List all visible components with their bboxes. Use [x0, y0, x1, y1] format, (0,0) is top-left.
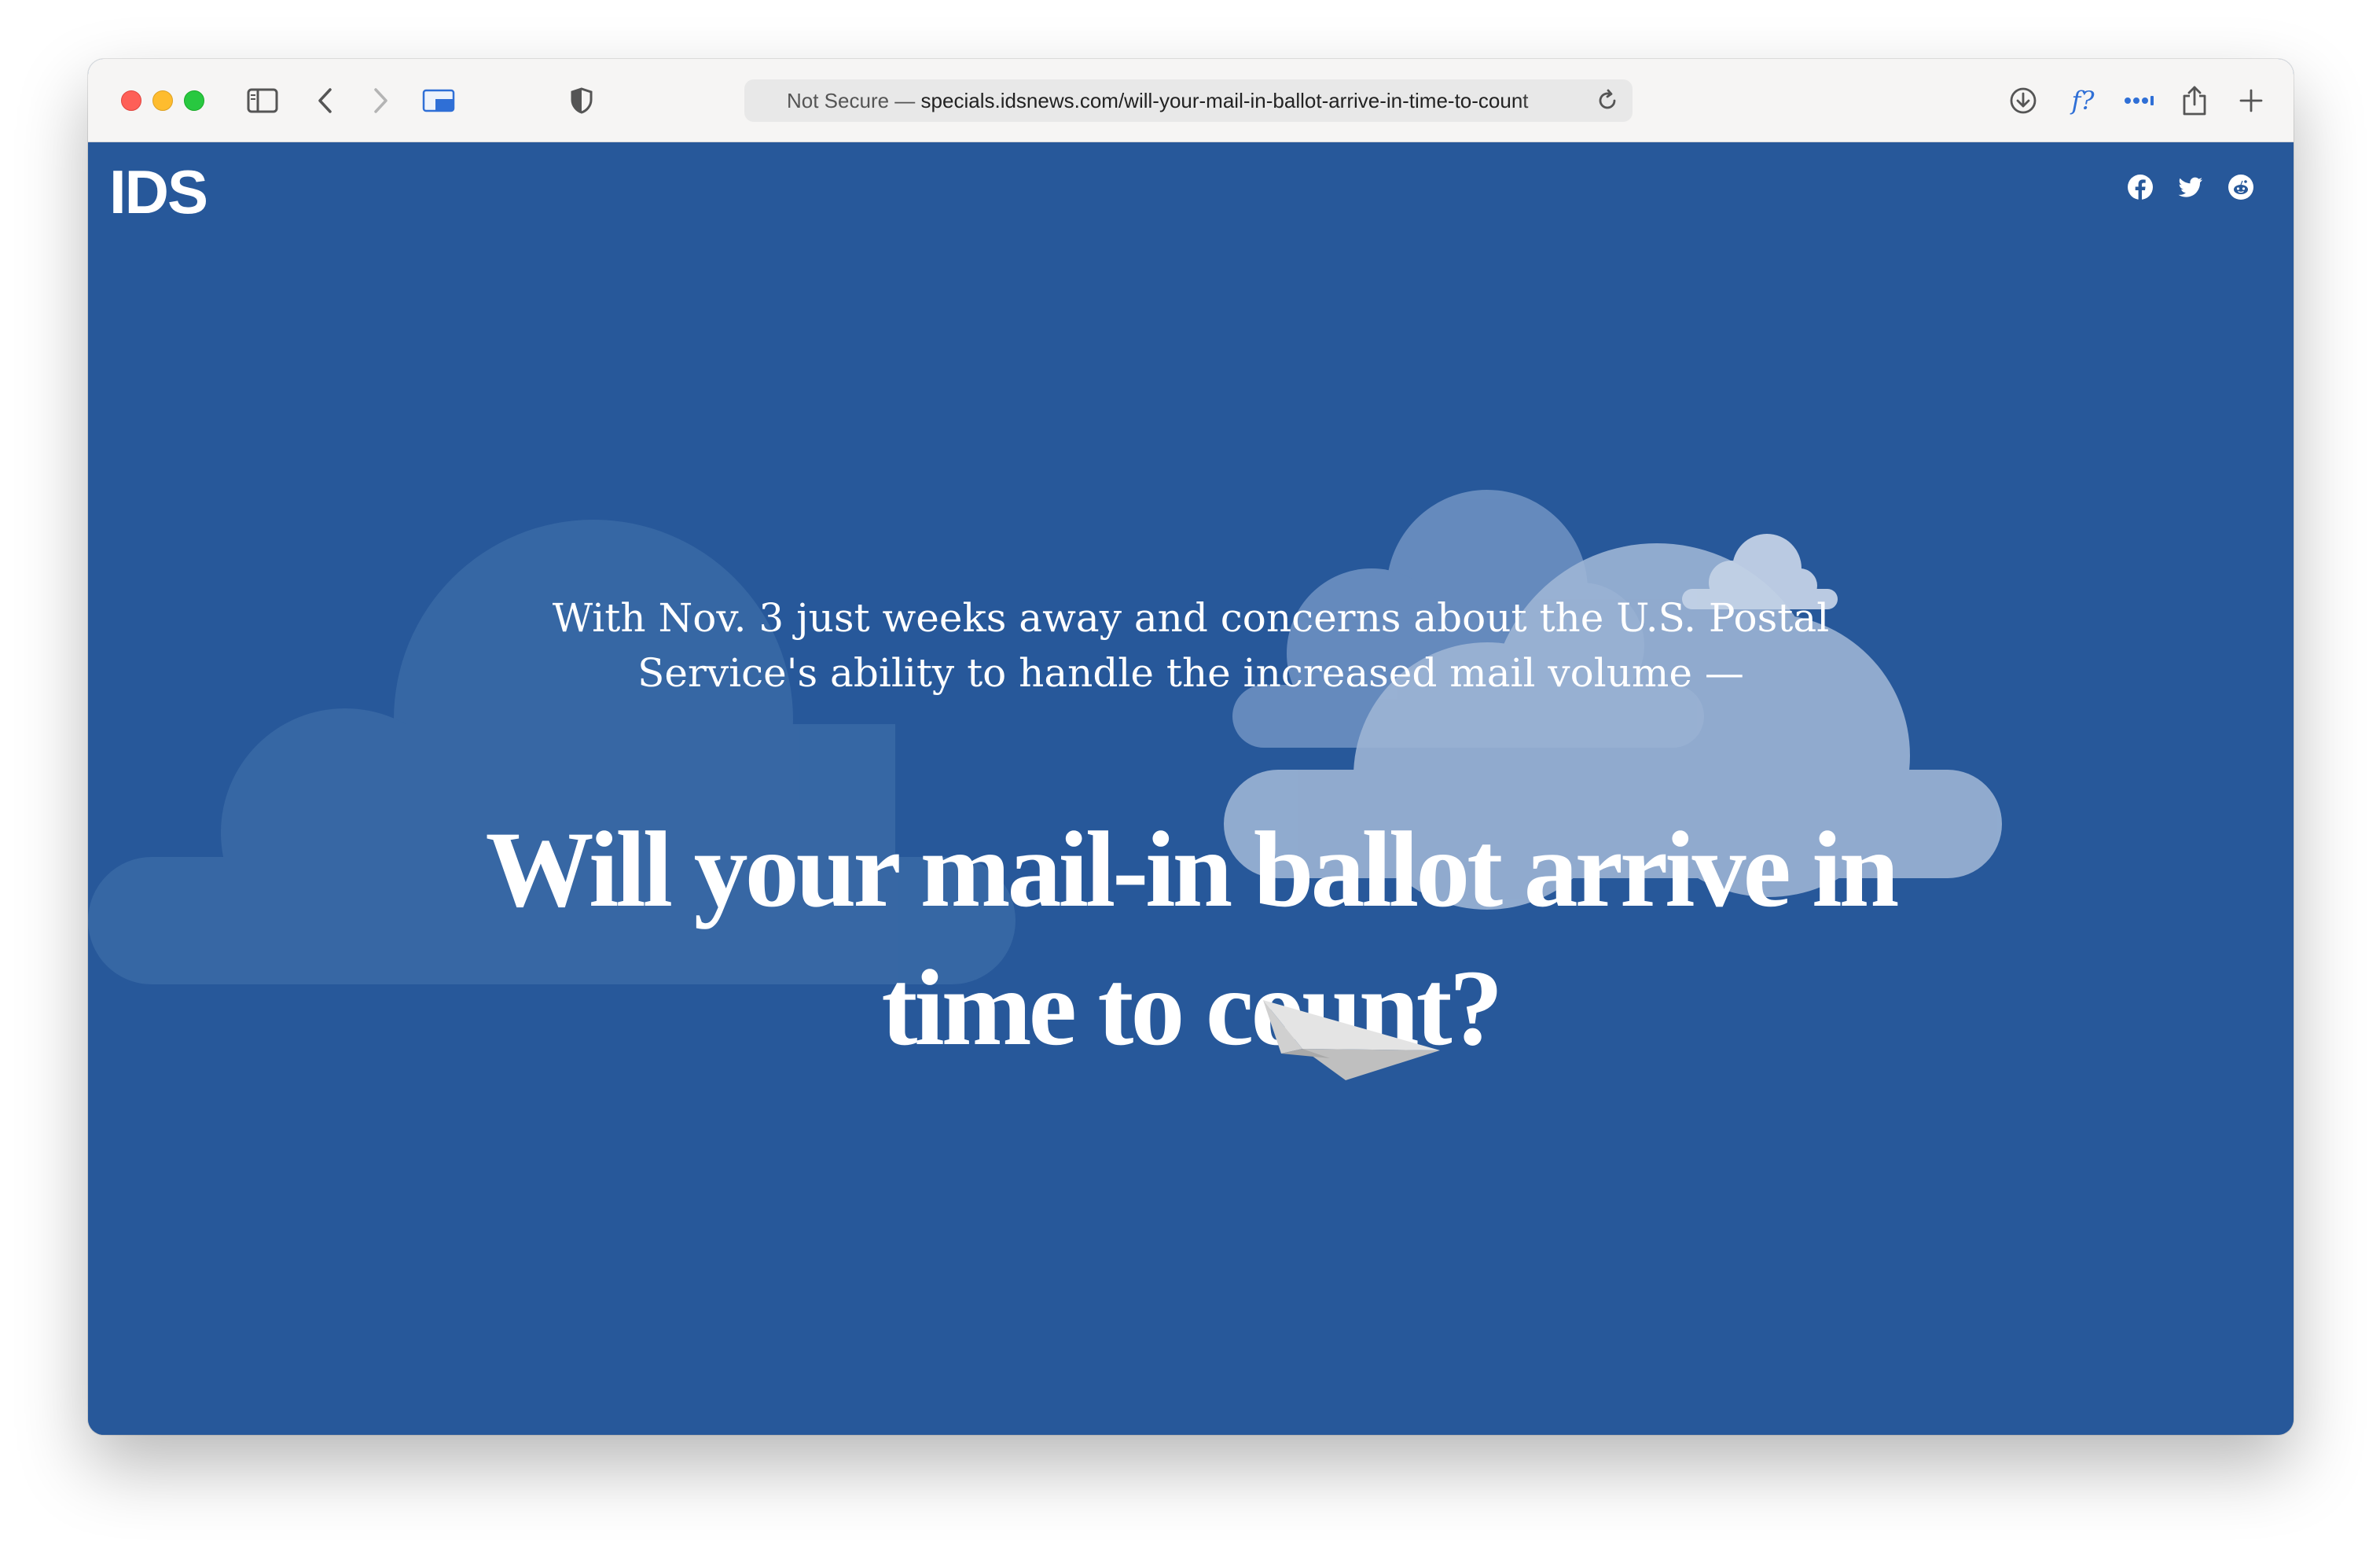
tab-overview-icon[interactable]	[417, 79, 461, 123]
font-query-label: f?	[2071, 86, 2095, 116]
browser-toolbar: Not Secure — specials.idsnews.com/will-y…	[88, 59, 2294, 142]
reload-icon[interactable]	[1593, 86, 1622, 115]
security-label: Not Secure —	[787, 89, 916, 112]
minimize-window-button[interactable]	[152, 90, 173, 111]
browser-window: Not Secure — specials.idsnews.com/will-y…	[88, 59, 2294, 1435]
page-url: specials.idsnews.com/will-your-mail-in-b…	[920, 89, 1529, 112]
address-bar[interactable]: Not Secure — specials.idsnews.com/will-y…	[744, 79, 1633, 122]
back-icon[interactable]	[303, 79, 347, 123]
privacy-shield-icon[interactable]	[560, 79, 604, 123]
paper-plane-illustration	[1263, 1000, 1440, 1080]
close-window-button[interactable]	[121, 90, 141, 111]
site-logo[interactable]: IDS	[109, 161, 208, 223]
sidebar-icon[interactable]	[241, 79, 285, 123]
share-icon[interactable]	[2172, 79, 2217, 123]
new-tab-icon[interactable]	[2229, 79, 2273, 123]
intro-text: With Nov. 3 just weeks away and concerns…	[552, 595, 1830, 696]
forward-icon[interactable]	[358, 79, 402, 123]
address-url-text: Not Secure — specials.idsnews.com/will-y…	[787, 79, 1581, 122]
download-icon[interactable]	[2001, 79, 2045, 123]
facebook-icon[interactable]	[2127, 174, 2154, 200]
reddit-icon[interactable]	[2228, 174, 2254, 200]
zoom-window-button[interactable]	[184, 90, 204, 111]
font-query-icon[interactable]: f?	[2061, 79, 2105, 123]
more-icon[interactable]	[2117, 79, 2161, 123]
page-content: IDS With Nov. 3 just weeks away and conc…	[88, 142, 2294, 1435]
twitter-icon[interactable]	[2177, 174, 2204, 200]
